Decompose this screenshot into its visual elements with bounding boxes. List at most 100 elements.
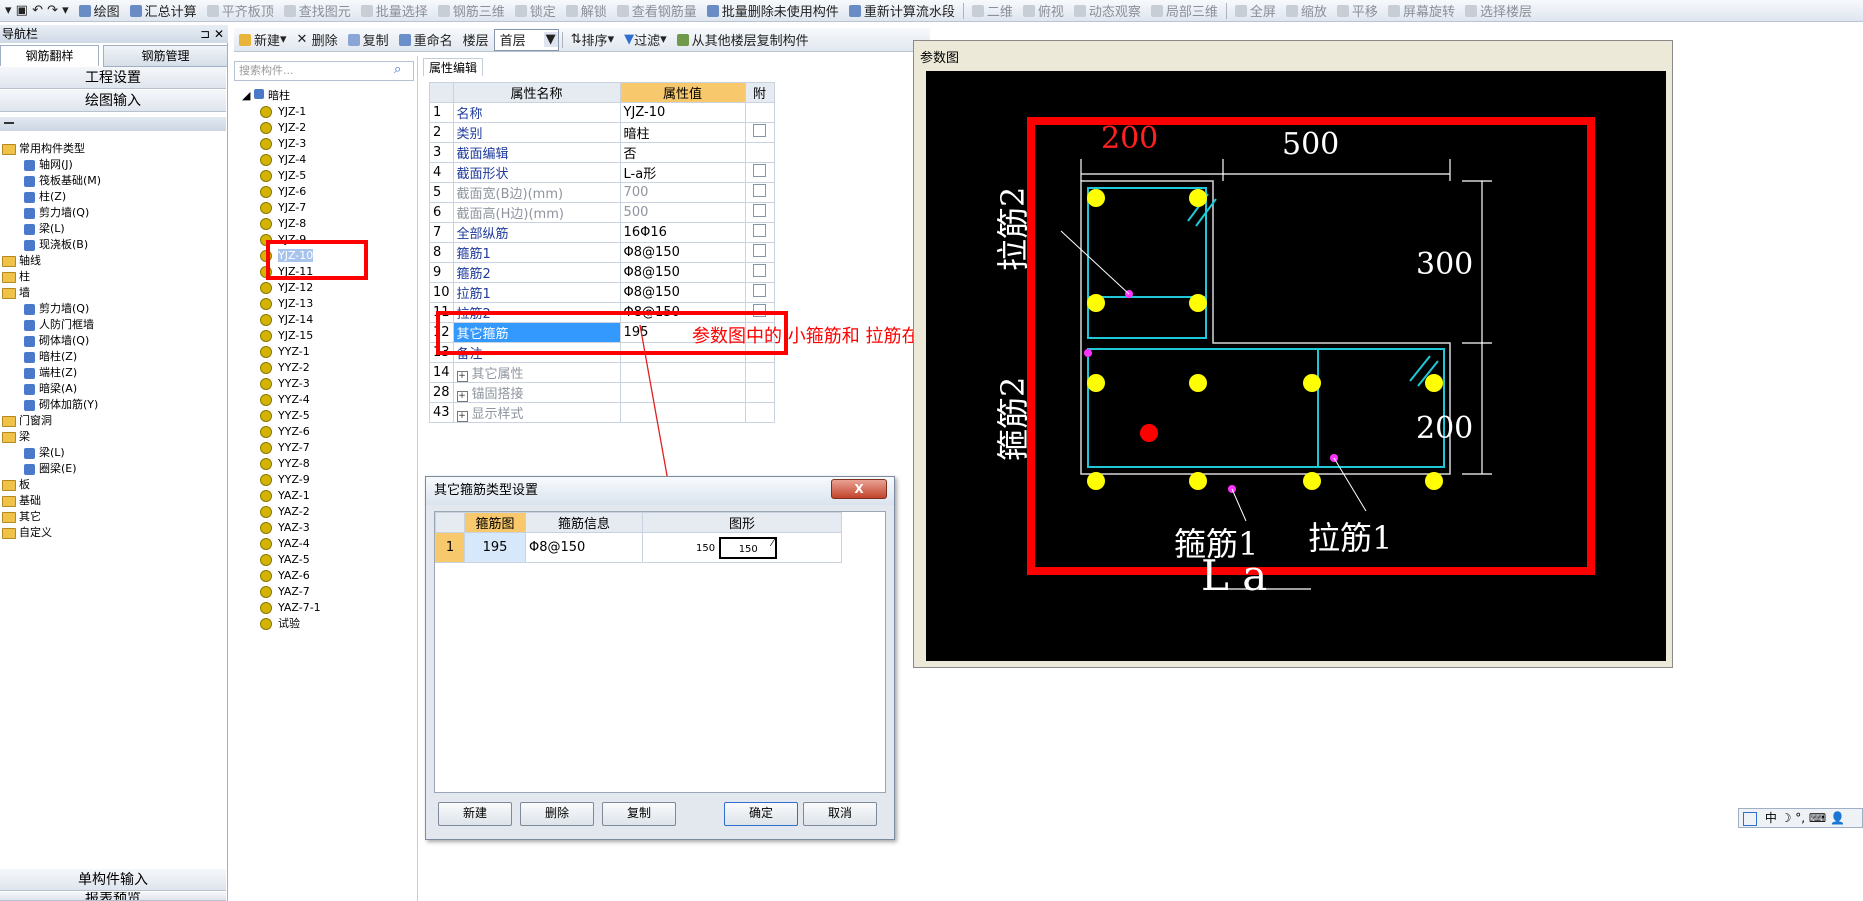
- cell-stirrup-shape[interactable]: 150 150 ⁄: [642, 532, 842, 563]
- attach-cell[interactable]: [744, 382, 775, 403]
- expand-plus-icon[interactable]: +: [456, 391, 468, 402]
- component-item[interactable]: YYZ-9: [260, 472, 310, 488]
- property-value[interactable]: Φ8@150: [619, 242, 746, 263]
- ime-icon[interactable]: [1743, 811, 1757, 826]
- dialog-ok-button[interactable]: 确定: [724, 802, 798, 826]
- dialog-copy-button[interactable]: 复制: [602, 802, 676, 826]
- property-name[interactable]: 名称: [452, 102, 621, 123]
- toolbar-button-6[interactable]: 钢筋三维: [433, 1, 510, 21]
- rename-button[interactable]: 重命名: [394, 30, 458, 50]
- tree-item[interactable]: 暗柱(Z): [0, 349, 226, 365]
- single-component-button[interactable]: 单构件输入: [0, 869, 226, 891]
- component-item[interactable]: YAZ-4: [260, 536, 310, 552]
- tree-root-hidden-column[interactable]: ◢ 暗柱: [242, 88, 290, 104]
- component-item[interactable]: YYZ-5: [260, 408, 310, 424]
- property-value[interactable]: [619, 382, 746, 403]
- tree-item[interactable]: 砌体加筋(Y): [0, 397, 226, 413]
- property-name[interactable]: 截面形状: [452, 162, 621, 183]
- project-settings-button[interactable]: 工程设置: [0, 67, 226, 89]
- component-item[interactable]: YJZ-7: [260, 200, 306, 216]
- toolbar-button-16[interactable]: 全屏: [1230, 1, 1281, 21]
- property-value[interactable]: 16Φ16: [619, 222, 746, 243]
- component-item[interactable]: YYZ-3: [260, 376, 310, 392]
- tree-item[interactable]: 端柱(Z): [0, 365, 226, 381]
- attach-checkbox[interactable]: [753, 284, 767, 297]
- attach-cell[interactable]: [744, 282, 775, 303]
- floor-select[interactable]: 首层 ▼: [493, 28, 559, 51]
- component-item[interactable]: YAZ-5: [260, 552, 310, 568]
- toolbar-button-17[interactable]: 缩放: [1281, 1, 1332, 21]
- copy-button[interactable]: 复制: [343, 30, 394, 50]
- property-name[interactable]: 截面宽(B边)(mm): [452, 182, 621, 203]
- attach-cell[interactable]: [744, 202, 775, 223]
- toolbar-button-5[interactable]: 批量选择: [356, 1, 433, 21]
- property-value[interactable]: Φ8@150: [619, 282, 746, 303]
- copy-from-floor-button[interactable]: 从其他楼层复制构件: [672, 30, 814, 50]
- component-item[interactable]: YYZ-7: [260, 440, 310, 456]
- tree-folder[interactable]: 梁: [0, 429, 226, 445]
- tree-folder[interactable]: 墙: [0, 285, 226, 301]
- attach-cell[interactable]: [744, 402, 775, 423]
- property-row[interactable]: 8 箍筋1 Φ8@150: [429, 242, 775, 263]
- property-row[interactable]: 9 箍筋2 Φ8@150: [429, 262, 775, 283]
- component-item[interactable]: 试验: [260, 616, 300, 632]
- component-item[interactable]: YAZ-3: [260, 520, 310, 536]
- component-item[interactable]: YAZ-2: [260, 504, 310, 520]
- toolbar-button-18[interactable]: 平移: [1332, 1, 1383, 21]
- tree-item[interactable]: 柱(Z): [0, 189, 226, 205]
- tree-folder[interactable]: 其它: [0, 509, 226, 525]
- component-item[interactable]: YJZ-3: [260, 136, 306, 152]
- tree-folder[interactable]: 柱: [0, 269, 226, 285]
- component-item[interactable]: YJZ-15: [260, 328, 313, 344]
- toolbar-button-12[interactable]: 二维: [967, 1, 1018, 21]
- draw-input-button[interactable]: 绘图输入: [0, 90, 226, 112]
- cell-stirrup-fig[interactable]: 195: [464, 532, 526, 563]
- property-name[interactable]: 箍筋1: [452, 242, 621, 263]
- component-item[interactable]: YAZ-7: [260, 584, 310, 600]
- property-value[interactable]: L-a形: [619, 162, 746, 183]
- property-value[interactable]: Φ8@150: [619, 262, 746, 283]
- property-name[interactable]: 箍筋2: [452, 262, 621, 283]
- tree-item[interactable]: 暗梁(A): [0, 381, 226, 397]
- attach-cell[interactable]: [744, 182, 775, 203]
- toolbar-button-9[interactable]: 查看钢筋量: [612, 1, 702, 21]
- tab-property-edit[interactable]: 属性编辑: [423, 58, 483, 76]
- search-input[interactable]: 搜索构件...: [234, 61, 414, 81]
- attach-cell[interactable]: [744, 142, 775, 163]
- attach-checkbox[interactable]: [753, 264, 767, 277]
- tree-item[interactable]: 现浇板(B): [0, 237, 226, 253]
- toolbar-button-7[interactable]: 锁定: [510, 1, 561, 21]
- sort-button[interactable]: ⇅ 排序 ▾: [566, 30, 619, 50]
- component-item[interactable]: YYZ-1: [260, 344, 310, 360]
- col-header-value[interactable]: 属性值: [619, 82, 746, 103]
- component-item[interactable]: YJZ-8: [260, 216, 306, 232]
- attach-cell[interactable]: [744, 162, 775, 183]
- property-name[interactable]: 类别: [452, 122, 621, 143]
- property-name[interactable]: + 其它属性: [452, 362, 621, 383]
- property-name[interactable]: 全部纵筋: [452, 222, 621, 243]
- col-header-shape[interactable]: 图形: [642, 512, 842, 533]
- property-value[interactable]: 暗柱: [619, 122, 746, 143]
- attach-checkbox[interactable]: [753, 224, 767, 237]
- expand-icon[interactable]: ◢: [242, 89, 254, 102]
- toolbar-button-11[interactable]: 重新计算流水段: [844, 1, 960, 21]
- toolbar-button-15[interactable]: 局部三维: [1146, 1, 1223, 21]
- dialog-cancel-button[interactable]: 取消: [803, 802, 877, 826]
- toolbar-button-13[interactable]: 俯视: [1018, 1, 1069, 21]
- tree-item[interactable]: 圈梁(E): [0, 461, 226, 477]
- component-item[interactable]: YJZ-4: [260, 152, 306, 168]
- dialog-close-button[interactable]: X: [831, 479, 887, 499]
- toolbar-menu-icon[interactable]: ▾ ▣ ↶ ↷ ▾: [0, 1, 74, 21]
- toolbar-button-8[interactable]: 解锁: [561, 1, 612, 21]
- cell-stirrup-info[interactable]: Φ8@150: [525, 532, 643, 563]
- property-row[interactable]: 5 截面宽(B边)(mm) 700: [429, 182, 775, 203]
- property-value[interactable]: YJZ-10: [619, 102, 746, 123]
- property-value[interactable]: [619, 362, 746, 383]
- search-icon[interactable]: ⌕: [394, 62, 401, 77]
- tab-rebar-manage[interactable]: 钢筋管理: [103, 45, 228, 67]
- attach-cell[interactable]: [744, 102, 775, 123]
- expand-plus-icon[interactable]: +: [456, 411, 468, 422]
- col-header-info[interactable]: 箍筋信息: [525, 512, 643, 533]
- attach-checkbox[interactable]: [753, 244, 767, 257]
- ime-bar[interactable]: 中 ☽ °, ⌨ 👤: [1738, 808, 1863, 828]
